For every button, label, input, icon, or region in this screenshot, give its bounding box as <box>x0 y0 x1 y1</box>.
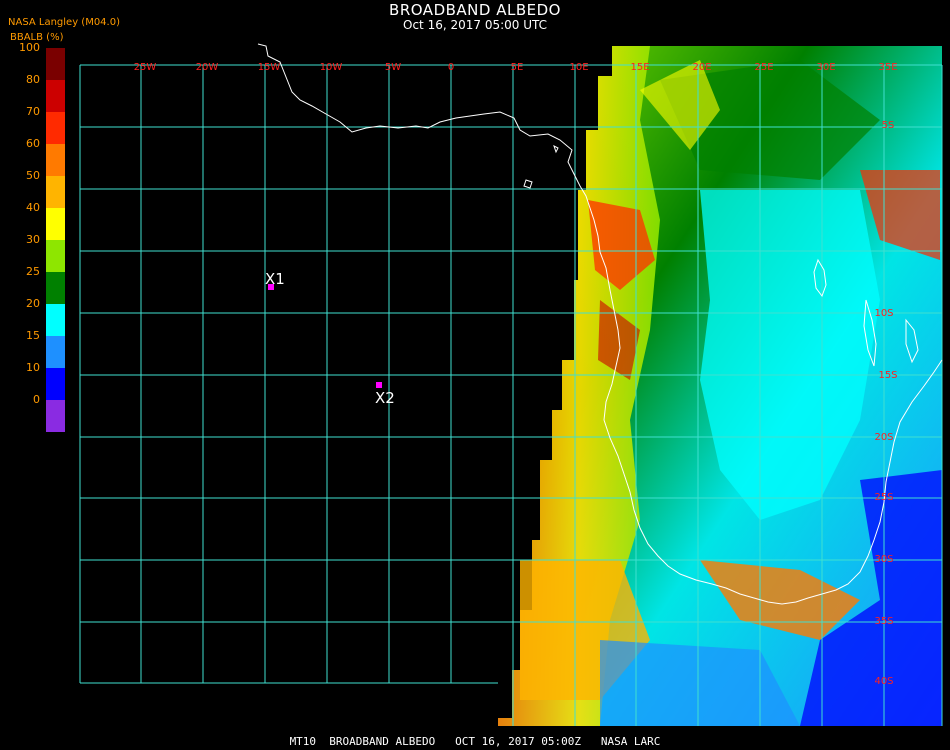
lat-label: 10S <box>874 308 893 319</box>
lon-label: 35E <box>878 62 897 73</box>
lon-label: 20W <box>196 62 219 73</box>
lat-label: 25S <box>874 492 893 503</box>
coastline-island <box>523 179 533 189</box>
lon-label: 25E <box>754 62 773 73</box>
lon-label: 5W <box>385 62 401 73</box>
map-canvas[interactable]: 25W 20W 15W 10W 5W 0 5E 10E 15E 20E 25E … <box>0 0 950 750</box>
lon-label: 20E <box>692 62 711 73</box>
marker-point <box>376 382 382 388</box>
marker-label: X2 <box>375 389 395 407</box>
lat-label: 40S <box>874 676 893 687</box>
albedo-map-viewer: BROADBAND ALBEDO Oct 16, 2017 05:00 UTC … <box>0 0 950 750</box>
lon-label: 15E <box>630 62 649 73</box>
lon-label: 0 <box>448 62 454 73</box>
lat-label: 35S <box>874 616 893 627</box>
lon-label: 10E <box>569 62 588 73</box>
marker-x1[interactable]: X1 <box>265 270 285 290</box>
lat-label: 15S <box>878 370 897 381</box>
lon-label: 10W <box>320 62 343 73</box>
footer-caption: MT10 BROADBAND ALBEDO OCT 16, 2017 05:00… <box>289 735 661 748</box>
marker-label: X1 <box>265 270 285 288</box>
lon-label: 15W <box>258 62 281 73</box>
lat-label: 20S <box>874 432 893 443</box>
coastline-island <box>553 145 559 154</box>
lat-label: 5S <box>882 120 895 131</box>
marker-x2[interactable]: X2 <box>375 382 395 407</box>
lon-label: 30E <box>816 62 835 73</box>
lon-label: 5E <box>511 62 524 73</box>
lon-label: 25W <box>134 62 157 73</box>
lat-label: 30S <box>874 554 893 565</box>
